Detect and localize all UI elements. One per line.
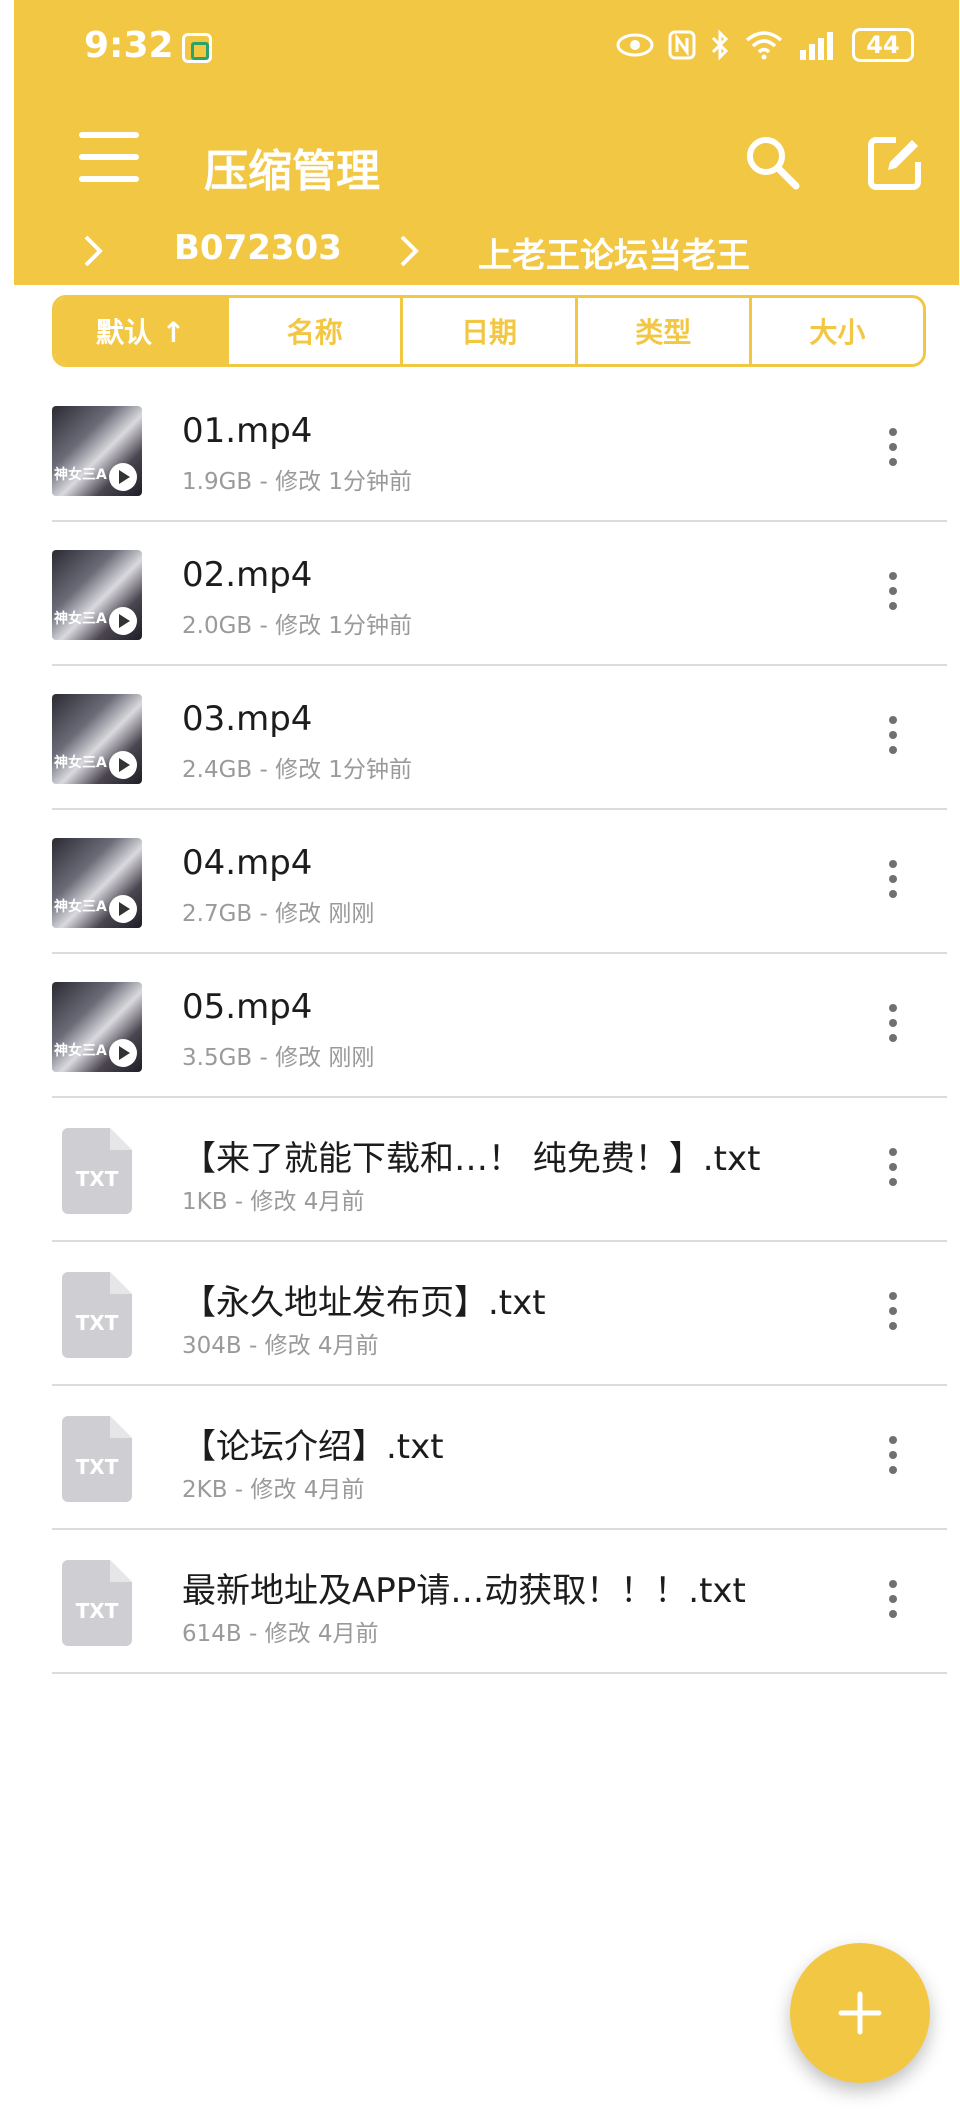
eye-icon: [616, 33, 654, 57]
video-thumbnail: 神女三A: [52, 982, 142, 1072]
file-name: 05.mp4: [182, 987, 313, 1027]
tab-type[interactable]: 类型: [578, 298, 752, 364]
play-icon: [109, 751, 137, 779]
file-meta: 614B - 修改 4月前: [182, 1621, 379, 1647]
list-item[interactable]: TXT 【永久地址发布页】.txt 304B - 修改 4月前: [52, 1242, 947, 1386]
signal-icon: [800, 32, 833, 60]
chevron-right-icon: [400, 235, 419, 267]
list-item[interactable]: 神女三A 01.mp4 1.9GB - 修改 1分钟前: [52, 378, 947, 522]
tab-size[interactable]: 大小: [752, 298, 923, 364]
more-options-icon[interactable]: [883, 1436, 903, 1480]
file-meta: 304B - 修改 4月前: [182, 1333, 379, 1359]
nfc-icon: [668, 30, 696, 60]
play-icon: [109, 895, 137, 923]
more-options-icon[interactable]: [883, 1148, 903, 1192]
play-icon: [109, 463, 137, 491]
status-icons: 44: [616, 28, 914, 62]
file-meta: 1.9GB - 修改 1分钟前: [182, 469, 413, 495]
status-time: 9:32: [84, 25, 174, 66]
more-options-icon[interactable]: [883, 716, 903, 760]
more-options-icon[interactable]: [883, 428, 903, 472]
txt-file-icon: TXT: [62, 1128, 132, 1214]
file-name: 【永久地址发布页】.txt: [182, 1283, 546, 1323]
file-name: 【论坛介绍】.txt: [182, 1427, 444, 1467]
file-name: 01.mp4: [182, 411, 313, 451]
file-name: 02.mp4: [182, 555, 313, 595]
file-list: 神女三A 01.mp4 1.9GB - 修改 1分钟前 神女三A 02.mp4 …: [52, 378, 947, 1674]
breadcrumb-item[interactable]: B072303: [174, 228, 342, 268]
more-options-icon[interactable]: [883, 1004, 903, 1048]
file-name: 【来了就能下载和…！ 纯免费！】.txt: [182, 1139, 761, 1179]
txt-icon-label: TXT: [76, 1311, 119, 1335]
txt-icon-label: TXT: [76, 1455, 119, 1479]
edit-icon[interactable]: [866, 134, 924, 192]
video-thumbnail: 神女三A: [52, 550, 142, 640]
list-item[interactable]: TXT 【论坛介绍】.txt 2KB - 修改 4月前: [52, 1386, 947, 1530]
file-name: 03.mp4: [182, 699, 313, 739]
txt-file-icon: TXT: [62, 1416, 132, 1502]
file-meta: 3.5GB - 修改 刚刚: [182, 1045, 375, 1071]
txt-icon-label: TXT: [76, 1599, 119, 1623]
more-options-icon[interactable]: [883, 1580, 903, 1624]
play-icon: [109, 1039, 137, 1067]
file-meta: 1KB - 修改 4月前: [182, 1189, 365, 1215]
search-icon[interactable]: [742, 132, 802, 192]
tab-default[interactable]: 默认 ↑: [55, 298, 230, 364]
tab-name[interactable]: 名称: [229, 298, 404, 364]
list-item[interactable]: 神女三A 04.mp4 2.7GB - 修改 刚刚: [52, 810, 947, 954]
thumbnail-label: 神女三A: [54, 1043, 107, 1059]
top-toolbar: 压缩管理: [14, 110, 959, 230]
page-title: 压缩管理: [204, 146, 380, 197]
file-name: 04.mp4: [182, 843, 313, 883]
play-icon: [109, 607, 137, 635]
thumbnail-label: 神女三A: [54, 755, 107, 771]
app-bar: 9:32 44 压缩管理 B072303 上老王论坛当老王: [14, 0, 959, 285]
video-thumbnail: 神女三A: [52, 838, 142, 928]
list-item[interactable]: 神女三A 02.mp4 2.0GB - 修改 1分钟前: [52, 522, 947, 666]
thumbnail-label: 神女三A: [54, 611, 107, 627]
video-thumbnail: 神女三A: [52, 694, 142, 784]
breadcrumb-item-current[interactable]: 上老王论坛当老王: [478, 228, 750, 277]
list-item[interactable]: 神女三A 05.mp4 3.5GB - 修改 刚刚: [52, 954, 947, 1098]
tab-date[interactable]: 日期: [403, 298, 578, 364]
file-name: 最新地址及APP请…动获取！！！.txt: [182, 1571, 746, 1611]
list-item[interactable]: TXT 最新地址及APP请…动获取！！！.txt 614B - 修改 4月前: [52, 1530, 947, 1674]
add-button[interactable]: [790, 1943, 930, 2083]
breadcrumb: B072303 上老王论坛当老王: [14, 222, 959, 282]
txt-file-icon: TXT: [62, 1272, 132, 1358]
file-meta: 2.4GB - 修改 1分钟前: [182, 757, 413, 783]
home-app-icon: [182, 33, 212, 63]
txt-file-icon: TXT: [62, 1560, 132, 1646]
file-meta: 2.7GB - 修改 刚刚: [182, 901, 375, 927]
more-options-icon[interactable]: [883, 1292, 903, 1336]
thumbnail-label: 神女三A: [54, 899, 107, 915]
battery-indicator: 44: [852, 28, 914, 62]
list-item[interactable]: 神女三A 03.mp4 2.4GB - 修改 1分钟前: [52, 666, 947, 810]
video-thumbnail: 神女三A: [52, 406, 142, 496]
menu-icon[interactable]: [79, 132, 139, 186]
file-meta: 2KB - 修改 4月前: [182, 1477, 365, 1503]
plus-icon: [838, 1991, 882, 2035]
txt-icon-label: TXT: [76, 1167, 119, 1191]
thumbnail-label: 神女三A: [54, 467, 107, 483]
more-options-icon[interactable]: [883, 860, 903, 904]
more-options-icon[interactable]: [883, 572, 903, 616]
sort-tabs: 默认 ↑ 名称 日期 类型 大小: [52, 295, 926, 367]
bluetooth-icon: [711, 29, 729, 61]
file-meta: 2.0GB - 修改 1分钟前: [182, 613, 413, 639]
chevron-right-icon: [84, 235, 103, 267]
list-item[interactable]: TXT 【来了就能下载和…！ 纯免费！】.txt 1KB - 修改 4月前: [52, 1098, 947, 1242]
status-bar: 9:32 44: [14, 0, 959, 100]
wifi-icon: [745, 31, 783, 60]
